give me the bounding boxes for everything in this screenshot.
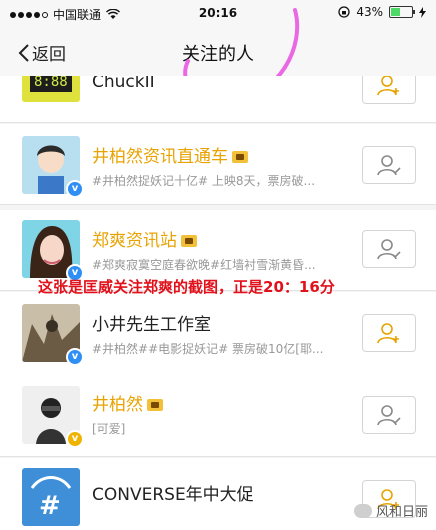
rotation-lock-icon <box>338 6 350 18</box>
user-plus-icon <box>377 323 399 344</box>
member-crown-icon <box>147 399 163 411</box>
row-desc: [可爱] <box>92 422 126 436</box>
avatar: 8:88 <box>22 76 80 102</box>
user-check-icon <box>377 239 401 260</box>
row-name: 郑爽资讯站 <box>92 226 197 251</box>
followed-button[interactable] <box>362 230 416 268</box>
follow-button[interactable] <box>362 76 416 104</box>
row-desc: #井柏然捉妖记十亿# 上映8天，票房破... <box>92 174 316 188</box>
row-name: ChuckII <box>92 76 155 92</box>
verified-badge: v <box>66 348 84 366</box>
user-plus-icon <box>377 76 399 96</box>
annotation-text: 这张是匡威关注郑爽的截图，正是20：16分 <box>38 278 335 296</box>
battery-icon <box>389 6 415 18</box>
list-item[interactable]: v 小井先生工作室 #井柏然##电影捉妖记# 票房破10亿[耶... <box>0 292 436 373</box>
list-item[interactable]: v 井柏然 [可爱] <box>0 372 436 457</box>
user-check-icon <box>377 155 401 176</box>
battery-percent: 43% <box>356 5 383 19</box>
member-crown-icon <box>232 151 248 163</box>
charging-bolt-icon <box>419 6 426 18</box>
row-desc: #井柏然##电影捉妖记# 票房破10亿[耶... <box>92 342 324 356</box>
row-desc: #郑爽寂寞空庭春欲晚#红墙衬雪渐黄昏... <box>92 258 316 272</box>
row-name: 井柏然资讯直通车 <box>92 142 248 167</box>
watermark: 风和日丽 <box>353 501 428 520</box>
svg-text:#: # <box>39 491 61 521</box>
row-name: 小井先生工作室 <box>92 315 211 335</box>
verified-badge: v <box>66 430 84 448</box>
row-name: 井柏然 <box>92 390 163 415</box>
watermark-label: 风和日丽 <box>375 505 428 520</box>
status-right: 43% <box>338 5 426 19</box>
nav-bar: 返回 关注的人 <box>0 26 436 77</box>
followed-button[interactable] <box>362 396 416 434</box>
avatar: # <box>22 468 80 526</box>
svg-text:8:88: 8:88 <box>34 76 68 90</box>
follow-button[interactable] <box>362 314 416 352</box>
following-list: 8:88 ChuckII v 井柏然资讯直通车 #井柏然捉妖记十亿# 上映8天，… <box>0 76 436 530</box>
list-item[interactable]: v 井柏然资讯直通车 #井柏然捉妖记十亿# 上映8天，票房破... <box>0 124 436 205</box>
row-name: CONVERSE年中大促 <box>92 485 254 505</box>
verified-badge: v <box>66 180 84 198</box>
followed-button[interactable] <box>362 146 416 184</box>
member-crown-icon <box>181 235 197 247</box>
list-item[interactable]: 8:88 ChuckII <box>0 76 436 123</box>
user-check-icon <box>377 405 401 426</box>
wechat-icon <box>353 503 372 518</box>
status-bar: 中国联通 20:16 43% <box>0 0 436 26</box>
page-title: 关注的人 <box>182 44 254 65</box>
